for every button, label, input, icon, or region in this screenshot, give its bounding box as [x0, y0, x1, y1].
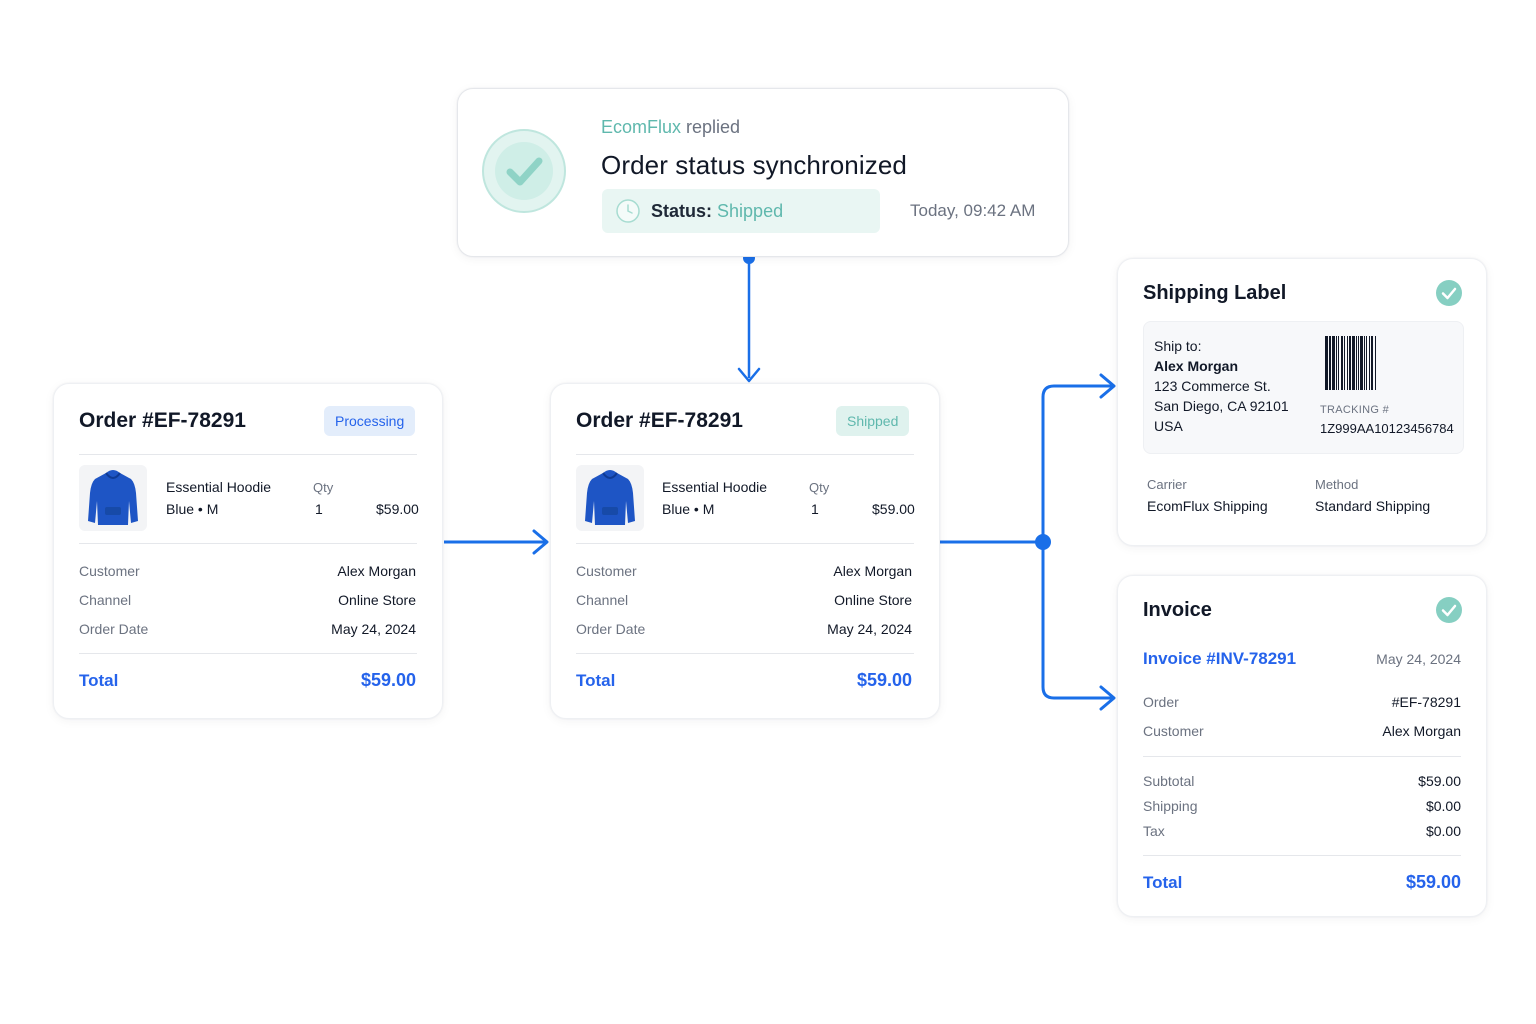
detail-value: May 24, 2024 [827, 621, 912, 637]
invoice-order-value: #EF-78291 [1391, 694, 1461, 710]
status-badge: Processing [324, 406, 416, 436]
arrow-icon [737, 367, 761, 383]
invoice-customer-value: Alex Morgan [1382, 723, 1461, 739]
invoice-date: May 24, 2024 [1376, 651, 1461, 667]
invoice-card[interactable] [1117, 575, 1487, 917]
divider [1143, 756, 1461, 757]
tracking-label: TRACKING # [1320, 404, 1390, 416]
detail-value: Online Store [834, 592, 912, 608]
status-label: Status: [651, 201, 713, 221]
product-variant: Blue • M [662, 501, 715, 517]
detail-label: Channel [79, 592, 132, 608]
status-text: Status: Shipped [651, 201, 783, 222]
arrow-icon [1099, 373, 1116, 399]
status-badge: Shipped [836, 406, 910, 436]
tax-label: Tax [1143, 823, 1165, 839]
subtotal-value: $59.00 [1418, 773, 1461, 789]
divider [576, 653, 914, 654]
invoice-order-label: Order [1143, 694, 1179, 710]
divider [576, 454, 914, 455]
connector-dot [1035, 534, 1051, 550]
product-name: Essential Hoodie [662, 479, 768, 495]
check-circle-icon [482, 129, 566, 213]
invoice-total-value: $59.00 [1405, 872, 1461, 892]
shipping-cost-label: Shipping [1143, 798, 1198, 814]
qty-value: 1 [811, 501, 819, 517]
arrow-icon [1099, 685, 1116, 711]
invoice-total-label: Total [1143, 873, 1183, 892]
detail-label: Customer [576, 563, 637, 579]
divider [1143, 855, 1461, 856]
detail-value: May 24, 2024 [331, 621, 416, 637]
detail-value: Alex Morgan [833, 563, 912, 579]
barcode-icon [1325, 336, 1376, 390]
method-label: Method [1315, 477, 1359, 492]
connector-line [1041, 384, 1112, 542]
total-value: $59.00 [360, 670, 416, 690]
address-line-2: San Diego, CA 92101 [1154, 398, 1289, 414]
detail-label: Order Date [576, 621, 646, 637]
invoice-title: Invoice [1143, 599, 1212, 621]
method-value: Standard Shipping [1315, 498, 1431, 514]
product-thumbnail [79, 465, 147, 531]
recipient-name: Alex Morgan [1154, 358, 1239, 374]
order-title: Order #EF-78291 [79, 409, 246, 432]
total-label: Total [576, 671, 616, 690]
product-variant: Blue • M [166, 501, 219, 517]
detail-value: Alex Morgan [337, 563, 416, 579]
notification-title: Order status synchronized [601, 150, 907, 180]
shipping-cost-value: $0.00 [1425, 798, 1461, 814]
check-circle-icon [1436, 280, 1462, 306]
total-label: Total [79, 671, 119, 690]
connector-line [1041, 542, 1112, 700]
carrier-value: EcomFlux Shipping [1147, 498, 1268, 514]
carrier-label: Carrier [1147, 477, 1187, 492]
arrow-icon [532, 529, 549, 555]
detail-value: Online Store [338, 592, 416, 608]
status-value: Shipped [717, 201, 784, 221]
hoodie-icon [88, 470, 138, 525]
qty-value: 1 [315, 501, 323, 517]
price-value: $59.00 [376, 501, 419, 517]
qty-label: Qty [313, 480, 334, 495]
tax-value: $0.00 [1425, 823, 1461, 839]
divider [79, 543, 417, 544]
divider [79, 454, 417, 455]
notification-action: replied [686, 117, 741, 137]
detail-label: Channel [576, 592, 629, 608]
hoodie-icon [585, 470, 635, 525]
price-value: $59.00 [872, 501, 915, 517]
divider [576, 543, 914, 544]
divider [79, 653, 417, 654]
notification-sender: EcomFlux replied [601, 117, 740, 138]
brand-name: EcomFlux [601, 117, 682, 137]
total-value: $59.00 [856, 670, 912, 690]
address-line-1: 123 Commerce St. [1154, 378, 1271, 394]
order-title: Order #EF-78291 [576, 409, 743, 432]
product-name: Essential Hoodie [166, 479, 272, 495]
shipping-label-title: Shipping Label [1143, 282, 1287, 304]
invoice-number-link[interactable]: Invoice #INV-78291 [1143, 649, 1296, 669]
product-thumbnail [576, 465, 644, 531]
tracking-number: 1Z999AA10123456784 [1320, 421, 1454, 436]
subtotal-label: Subtotal [1143, 773, 1195, 789]
ship-to-label: Ship to: [1154, 338, 1202, 354]
detail-label: Customer [79, 563, 140, 579]
detail-label: Order Date [79, 621, 149, 637]
address-country: USA [1154, 418, 1183, 434]
qty-label: Qty [809, 480, 830, 495]
check-circle-icon [1436, 597, 1462, 623]
notification-time: Today, 09:42 AM [910, 201, 1036, 220]
invoice-customer-label: Customer [1143, 723, 1204, 739]
clock-icon [616, 199, 640, 223]
